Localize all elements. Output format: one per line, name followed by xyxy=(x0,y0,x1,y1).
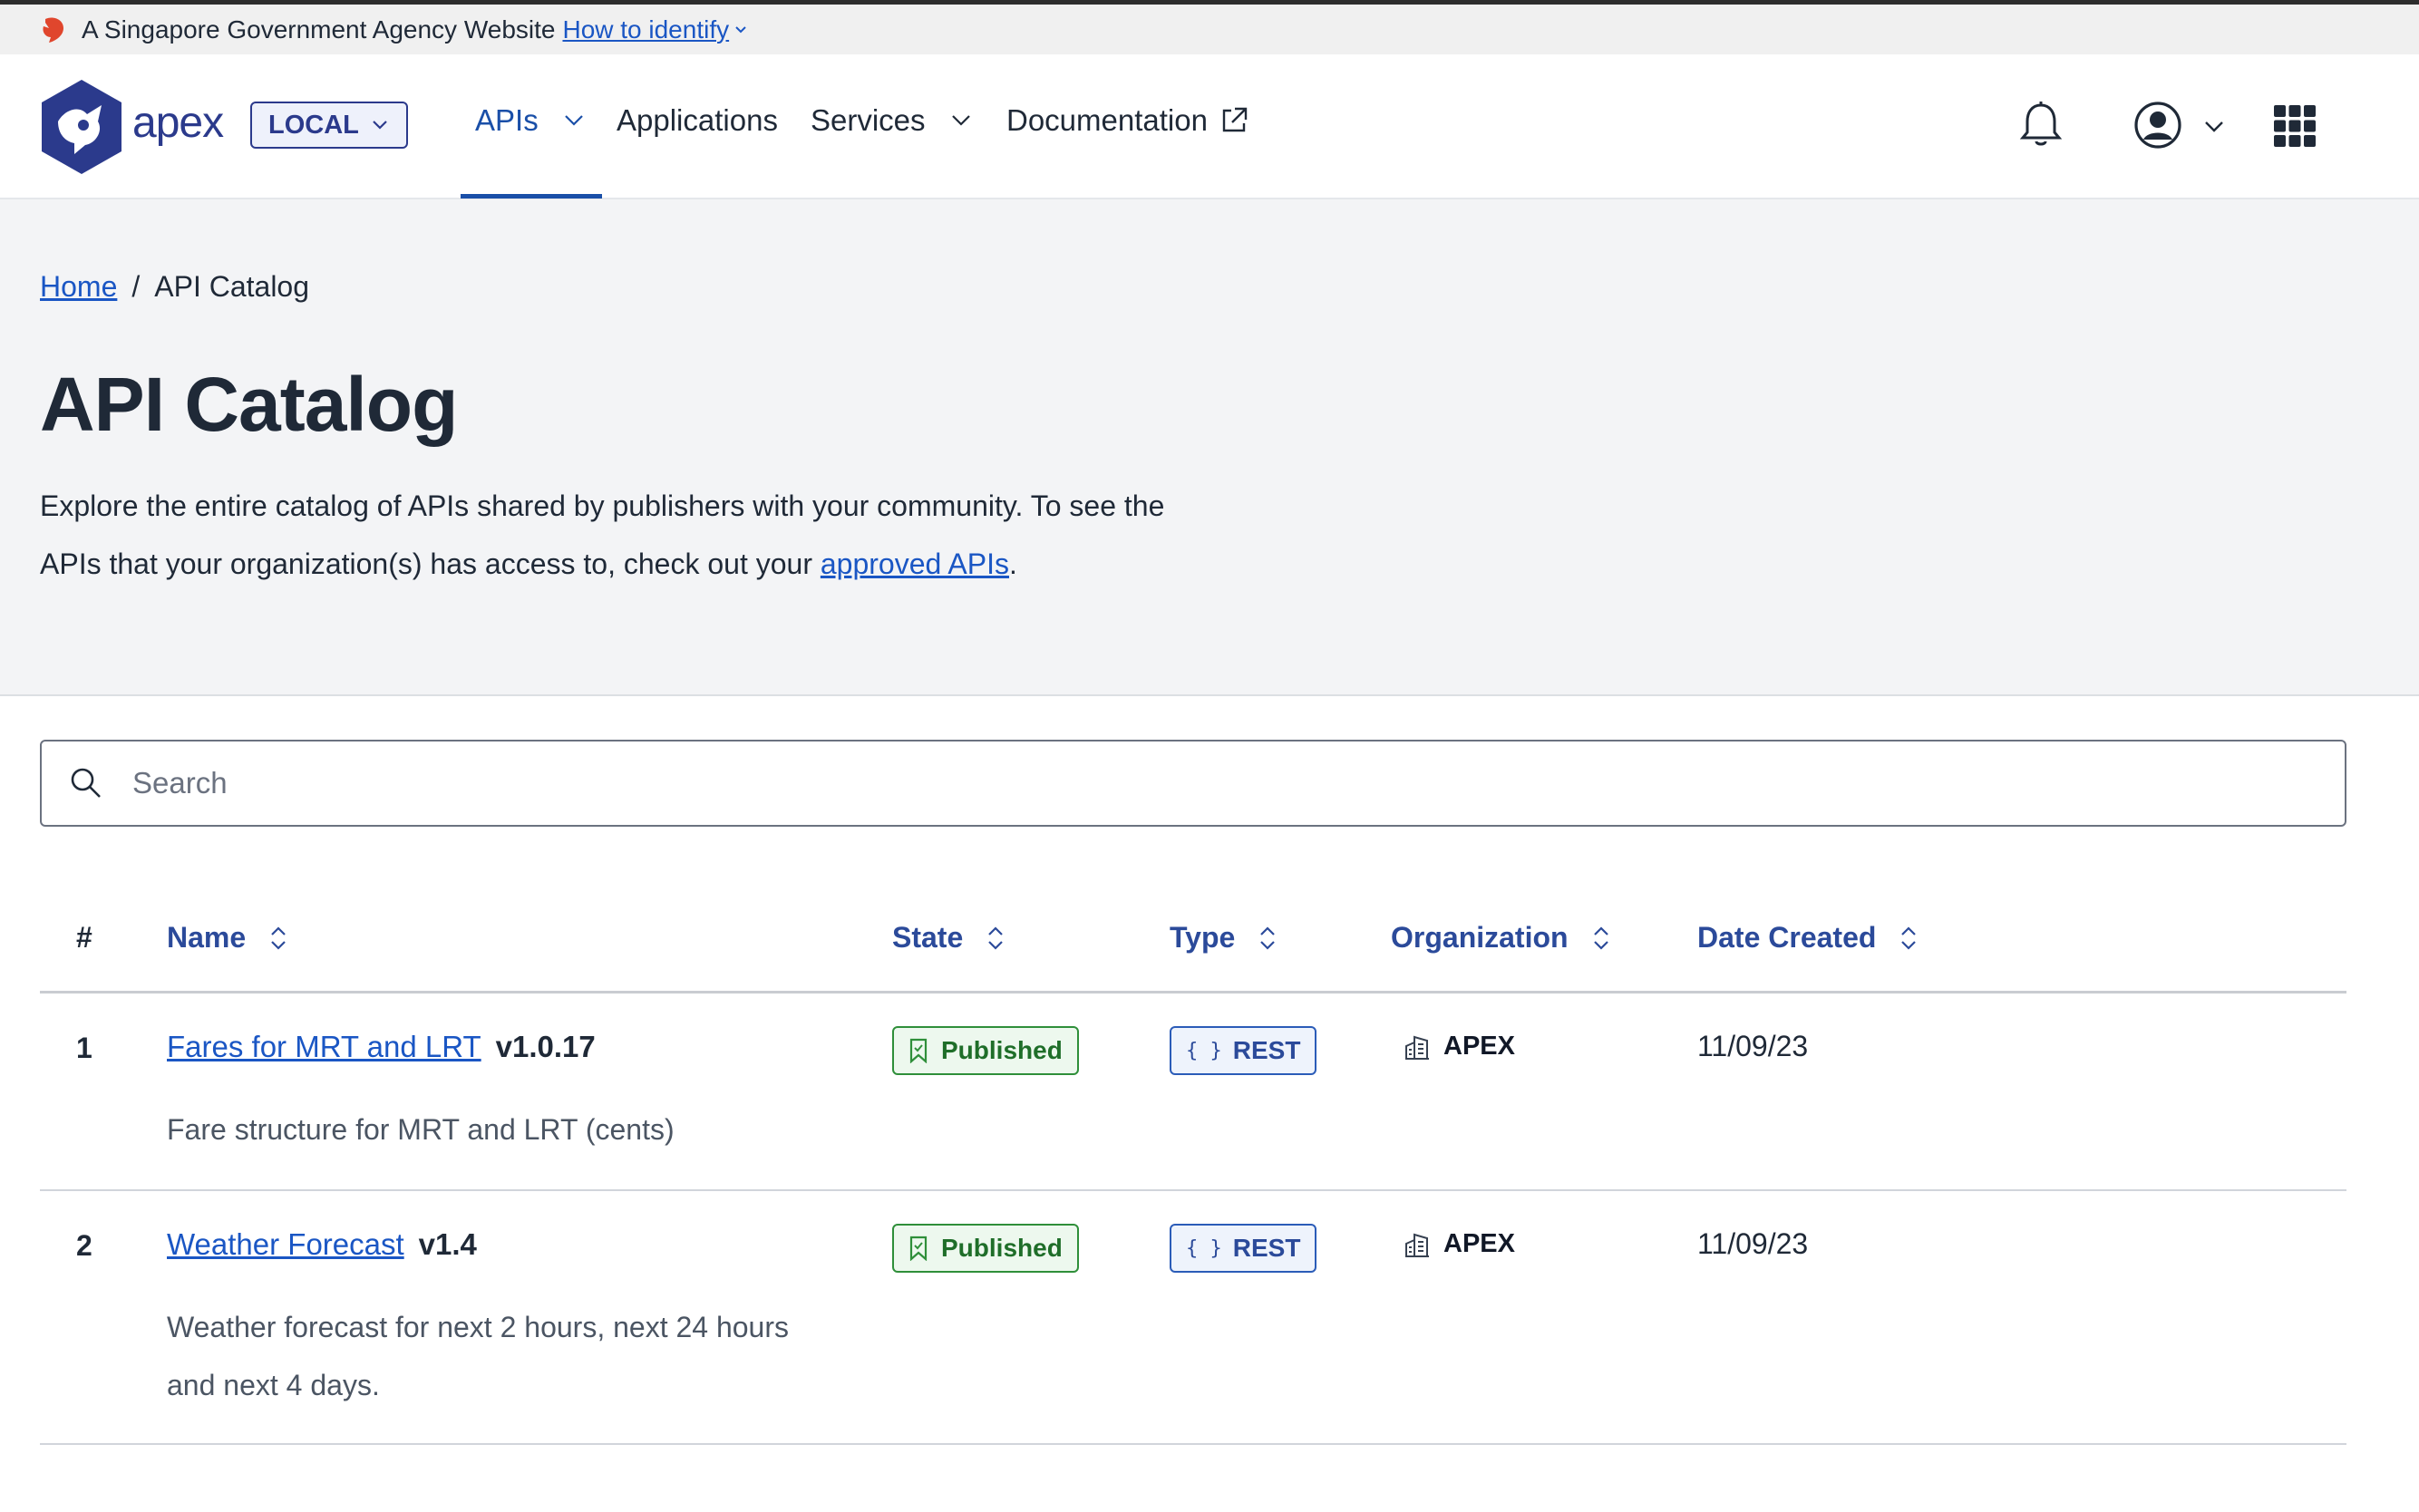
api-name-cell: Weather Forecast v1.4 xyxy=(167,1227,477,1262)
breadcrumb-home-link[interactable]: Home xyxy=(40,270,117,304)
column-state-label: State xyxy=(892,921,964,954)
column-header-state[interactable]: State xyxy=(892,921,1006,955)
column-header-type[interactable]: Type xyxy=(1170,921,1278,955)
notification-bell-icon[interactable] xyxy=(2018,100,2064,150)
braces-icon: { } xyxy=(1186,1039,1222,1062)
bookmark-icon xyxy=(909,1236,928,1261)
column-date-label: Date Created xyxy=(1697,921,1877,954)
page-header: Home / API Catalog API Catalog Explore t… xyxy=(0,199,2419,696)
sort-icon[interactable] xyxy=(985,925,1006,952)
organization-cell: APEX xyxy=(1404,1229,1515,1259)
nav-services[interactable]: Services xyxy=(811,103,973,138)
api-name-cell: Fares for MRT and LRT v1.0.17 xyxy=(167,1030,596,1064)
bookmark-icon xyxy=(909,1038,928,1063)
external-link-icon xyxy=(1222,107,1248,132)
state-badge: Published xyxy=(892,1224,1079,1273)
api-version: v1.0.17 xyxy=(495,1030,596,1063)
active-nav-indicator xyxy=(461,194,602,199)
nav-services-label: Services xyxy=(811,103,926,137)
building-icon xyxy=(1405,1035,1429,1060)
sort-icon[interactable] xyxy=(267,925,289,952)
column-header-organization[interactable]: Organization xyxy=(1391,921,1612,955)
api-name-link[interactable]: Fares for MRT and LRT xyxy=(167,1030,481,1064)
nav-applications-label: Applications xyxy=(617,103,778,137)
organization-label: APEX xyxy=(1443,1229,1515,1258)
breadcrumb-current: API Catalog xyxy=(154,270,310,303)
table-row: 2 Weather Forecast v1.4 Weather forecast… xyxy=(40,1191,2346,1445)
state-label: Published xyxy=(941,1036,1063,1064)
row-number: 1 xyxy=(76,1032,92,1064)
type-badge: { } REST xyxy=(1170,1224,1317,1273)
api-version: v1.4 xyxy=(418,1227,477,1261)
date-created: 11/09/23 xyxy=(1697,1227,1809,1260)
nav-applications[interactable]: Applications xyxy=(617,103,778,138)
state-badge: Published xyxy=(892,1026,1079,1075)
nav-apis-label: APIs xyxy=(475,103,539,137)
page-intro: Explore the entire catalog of APIs share… xyxy=(40,477,1219,593)
chevron-down-icon[interactable] xyxy=(2201,114,2227,140)
type-label: REST xyxy=(1232,1036,1301,1064)
column-type-label: Type xyxy=(1170,921,1236,954)
approved-apis-link[interactable]: approved APIs xyxy=(821,548,1009,580)
building-icon xyxy=(1405,1233,1429,1257)
page-title: API Catalog xyxy=(40,362,458,447)
table-row: 1 Fares for MRT and LRT v1.0.17 Fare str… xyxy=(40,993,2346,1191)
search-bar[interactable] xyxy=(40,740,2346,827)
nav-documentation[interactable]: Documentation xyxy=(1006,103,1249,138)
organization-cell: APEX xyxy=(1404,1032,1515,1061)
organization-label: APEX xyxy=(1443,1032,1515,1061)
breadcrumb: Home / API Catalog xyxy=(40,270,309,304)
sort-icon[interactable] xyxy=(1898,925,1919,952)
how-to-identify-link[interactable]: How to identify xyxy=(562,15,729,44)
chevron-down-icon xyxy=(373,121,387,130)
search-input[interactable] xyxy=(132,766,2218,800)
apex-logo-icon[interactable] xyxy=(38,78,125,176)
nav-apis[interactable]: APIs xyxy=(475,103,586,138)
column-organization-label: Organization xyxy=(1391,921,1569,954)
chevron-down-icon xyxy=(564,115,583,126)
braces-icon: { } xyxy=(1186,1236,1222,1260)
top-navbar: apex LOCAL APIs Applications Services Do… xyxy=(0,54,2419,199)
api-description: Weather forecast for next 2 hours, next … xyxy=(167,1311,789,1401)
user-avatar-icon[interactable] xyxy=(2132,100,2183,150)
type-badge: { } REST xyxy=(1170,1026,1317,1075)
api-description: Fare structure for MRT and LRT (cents) xyxy=(167,1113,675,1146)
state-label: Published xyxy=(941,1234,1063,1262)
government-masthead: A Singapore Government Agency Website Ho… xyxy=(0,0,2419,54)
search-icon xyxy=(71,768,101,798)
apex-logo-text[interactable]: apex xyxy=(132,98,224,148)
sort-icon[interactable] xyxy=(1590,925,1612,952)
api-name-link[interactable]: Weather Forecast xyxy=(167,1227,404,1262)
nav-documentation-label: Documentation xyxy=(1006,103,1208,137)
row-number: 2 xyxy=(76,1229,92,1262)
environment-label: LOCAL xyxy=(268,110,359,140)
date-created: 11/09/23 xyxy=(1697,1030,1809,1062)
chevron-down-icon[interactable] xyxy=(733,22,749,38)
type-label: REST xyxy=(1232,1234,1301,1262)
column-header-number: # xyxy=(76,921,92,955)
sort-icon[interactable] xyxy=(1257,925,1278,952)
column-header-name[interactable]: Name xyxy=(167,921,289,955)
intro-end: . xyxy=(1009,548,1017,580)
masthead-text: A Singapore Government Agency Website xyxy=(82,15,556,44)
table-header: # Name State Type Organization Date Crea… xyxy=(40,906,2346,993)
column-number-label: # xyxy=(76,921,92,954)
column-name-label: Name xyxy=(167,921,247,954)
column-header-date-created[interactable]: Date Created xyxy=(1697,921,1919,955)
environment-selector[interactable]: LOCAL xyxy=(250,102,408,149)
breadcrumb-separator: / xyxy=(131,270,141,303)
singapore-lion-icon xyxy=(43,16,63,43)
app-grid-icon[interactable] xyxy=(2274,105,2316,147)
chevron-down-icon xyxy=(951,115,970,126)
